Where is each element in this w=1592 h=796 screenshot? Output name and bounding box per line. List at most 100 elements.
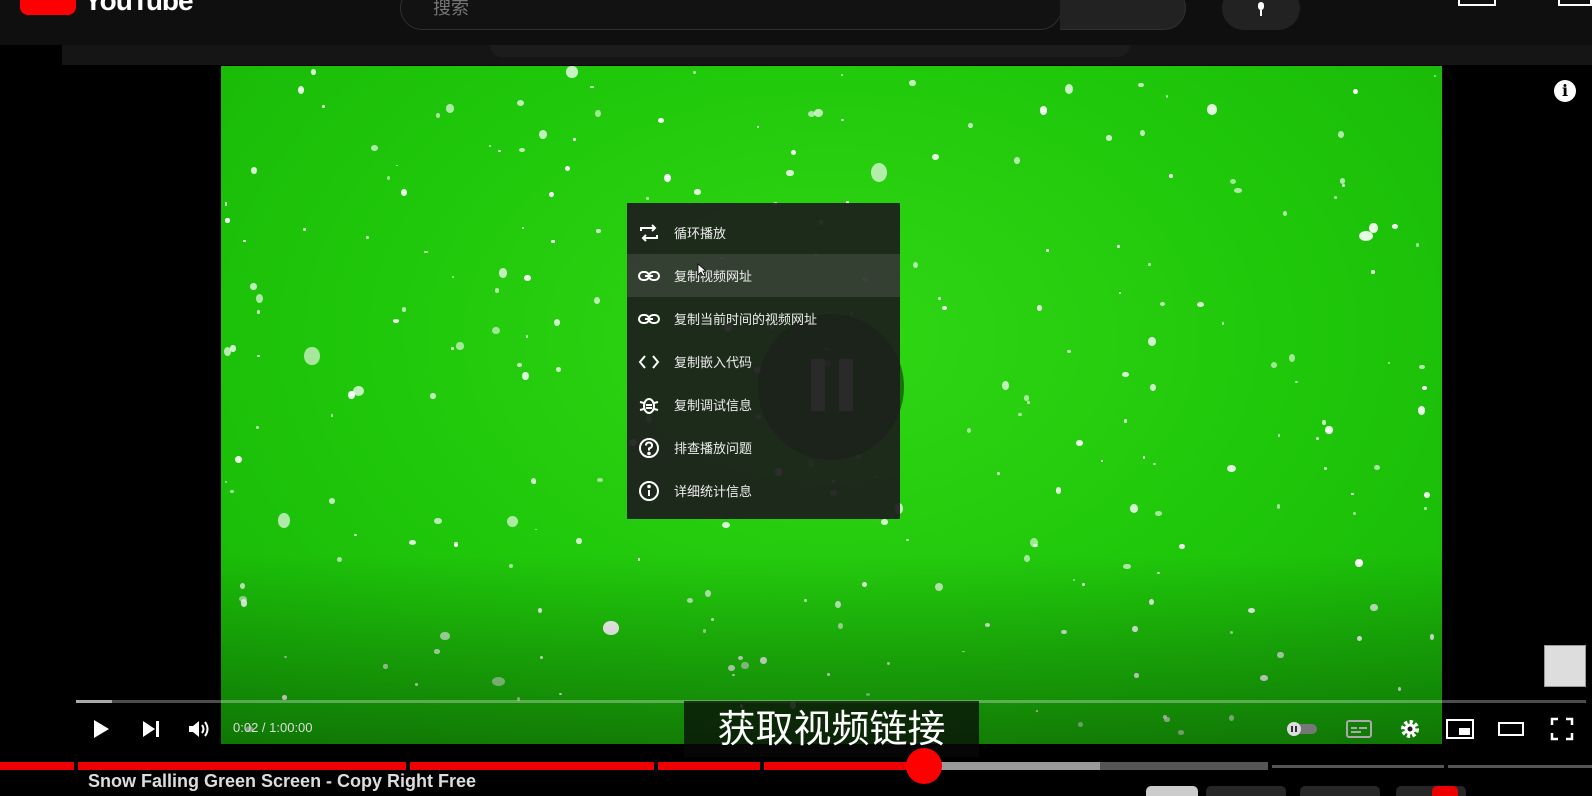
subtitles-button[interactable] <box>1344 716 1374 742</box>
snowflake <box>576 537 582 545</box>
snowflake <box>1100 460 1104 463</box>
search-box[interactable] <box>400 0 1062 30</box>
snowflake <box>1353 511 1357 515</box>
chapter-segment[interactable] <box>658 762 760 770</box>
menu-item-copy-debug[interactable]: 复制调试信息 <box>627 383 900 426</box>
snowflake <box>1045 248 1050 252</box>
snowflake <box>225 481 228 484</box>
search-button[interactable] <box>1060 0 1186 30</box>
action-chip[interactable] <box>1206 786 1286 796</box>
menu-item-label: 循环播放 <box>674 227 727 242</box>
snowflake <box>506 516 518 528</box>
snowflake <box>1153 463 1156 466</box>
snowflake <box>451 276 455 279</box>
menu-item-stats[interactable]: 详细统计信息 <box>627 469 900 512</box>
snowflake <box>1230 179 1237 184</box>
menu-item-label: 复制嵌入代码 <box>674 356 753 371</box>
snowflake <box>932 154 939 161</box>
menu-item-copy-url-at-time[interactable]: 复制当前时间的视频网址 <box>627 297 900 340</box>
chapter-segment[interactable] <box>78 762 406 770</box>
snowflake <box>756 125 759 129</box>
chapter-segment[interactable] <box>0 762 74 770</box>
search-input[interactable] <box>431 0 1035 29</box>
menu-item-loop[interactable]: 循环播放 <box>627 211 900 254</box>
next-icon <box>143 721 159 737</box>
scrubber-handle[interactable] <box>906 748 942 784</box>
snowflake <box>1323 467 1328 471</box>
snowflake <box>330 414 334 417</box>
menu-item-copy-url[interactable]: 复制视频网址 <box>627 254 900 297</box>
menu-item-label: 详细统计信息 <box>674 485 753 500</box>
chapter-segment[interactable] <box>1100 762 1268 770</box>
snowflake <box>400 189 407 196</box>
snowflake <box>1342 184 1346 187</box>
snowflake <box>1207 104 1218 115</box>
menu-item-label: 复制调试信息 <box>674 399 753 414</box>
snowflake <box>1142 456 1146 460</box>
snowflake <box>1369 222 1378 234</box>
snowflake <box>967 428 972 433</box>
snowflake <box>595 110 602 118</box>
chapter-segment[interactable] <box>1448 765 1592 768</box>
snowflake <box>250 282 257 290</box>
miniplayer-button[interactable] <box>1445 716 1475 742</box>
snowflake <box>297 85 305 94</box>
chapter-segment[interactable] <box>410 762 654 770</box>
snowflake <box>1159 301 1166 306</box>
ghost-search <box>490 45 1130 57</box>
action-chip[interactable] <box>1300 786 1380 796</box>
snowflake <box>395 164 399 167</box>
snowflake <box>1137 82 1144 88</box>
create-icon[interactable] <box>1458 0 1496 6</box>
notifications-icon[interactable] <box>1558 0 1592 6</box>
autoplay-toggle[interactable] <box>1284 716 1320 742</box>
snowflake <box>517 362 523 367</box>
snowflake <box>1276 504 1281 509</box>
snowflake <box>1179 543 1186 549</box>
snowflake <box>1116 244 1121 249</box>
snowflake <box>593 296 601 304</box>
snowflake <box>1150 384 1157 392</box>
menu-item-label: 复制视频网址 <box>674 270 753 285</box>
snowflake <box>488 145 491 148</box>
snowflake <box>521 371 529 380</box>
progress-played <box>76 700 112 703</box>
snowflake <box>1295 381 1298 384</box>
theater-button[interactable] <box>1496 716 1526 742</box>
snowflake <box>229 489 234 493</box>
snowflake <box>492 327 500 335</box>
subtitle-caption: 获取视频链接 <box>684 701 979 757</box>
snowflake <box>223 346 232 357</box>
buffered-segment[interactable] <box>932 762 1100 770</box>
snowflake <box>498 149 501 153</box>
action-chip[interactable] <box>1432 786 1458 796</box>
video-info-icon[interactable]: i <box>1554 80 1576 102</box>
snowflake <box>942 305 948 311</box>
miniplayer-icon <box>1446 719 1474 739</box>
code-icon <box>638 351 660 373</box>
snowflake <box>1424 507 1427 510</box>
snowflake <box>967 123 973 128</box>
fullscreen-button[interactable] <box>1548 716 1576 742</box>
snowflake <box>1076 440 1083 447</box>
snowflake <box>692 70 696 74</box>
chapter-segment[interactable] <box>1272 765 1444 768</box>
menu-item-troubleshoot[interactable]: 排查播放问题 <box>627 426 900 469</box>
snowflake <box>1388 362 1391 365</box>
theater-icon <box>1498 722 1524 736</box>
snowflake <box>1147 262 1151 266</box>
next-button[interactable] <box>138 716 164 742</box>
play-button[interactable] <box>88 716 114 742</box>
youtube-logo[interactable]: YouTube <box>20 0 194 16</box>
channel-watermark[interactable] <box>1544 645 1586 687</box>
snowflake <box>1123 419 1127 423</box>
youtube-logo-text: YouTube <box>84 0 194 16</box>
menu-item-copy-embed[interactable]: 复制嵌入代码 <box>627 340 900 383</box>
mouse-cursor-icon <box>697 263 707 277</box>
settings-button[interactable] <box>1396 716 1424 742</box>
video-title: Snow Falling Green Screen - Copy Right F… <box>88 771 477 791</box>
action-chip[interactable] <box>1146 786 1198 796</box>
voice-search-button[interactable] <box>1222 0 1300 30</box>
snowflake <box>912 261 919 269</box>
volume-button[interactable] <box>187 716 213 742</box>
